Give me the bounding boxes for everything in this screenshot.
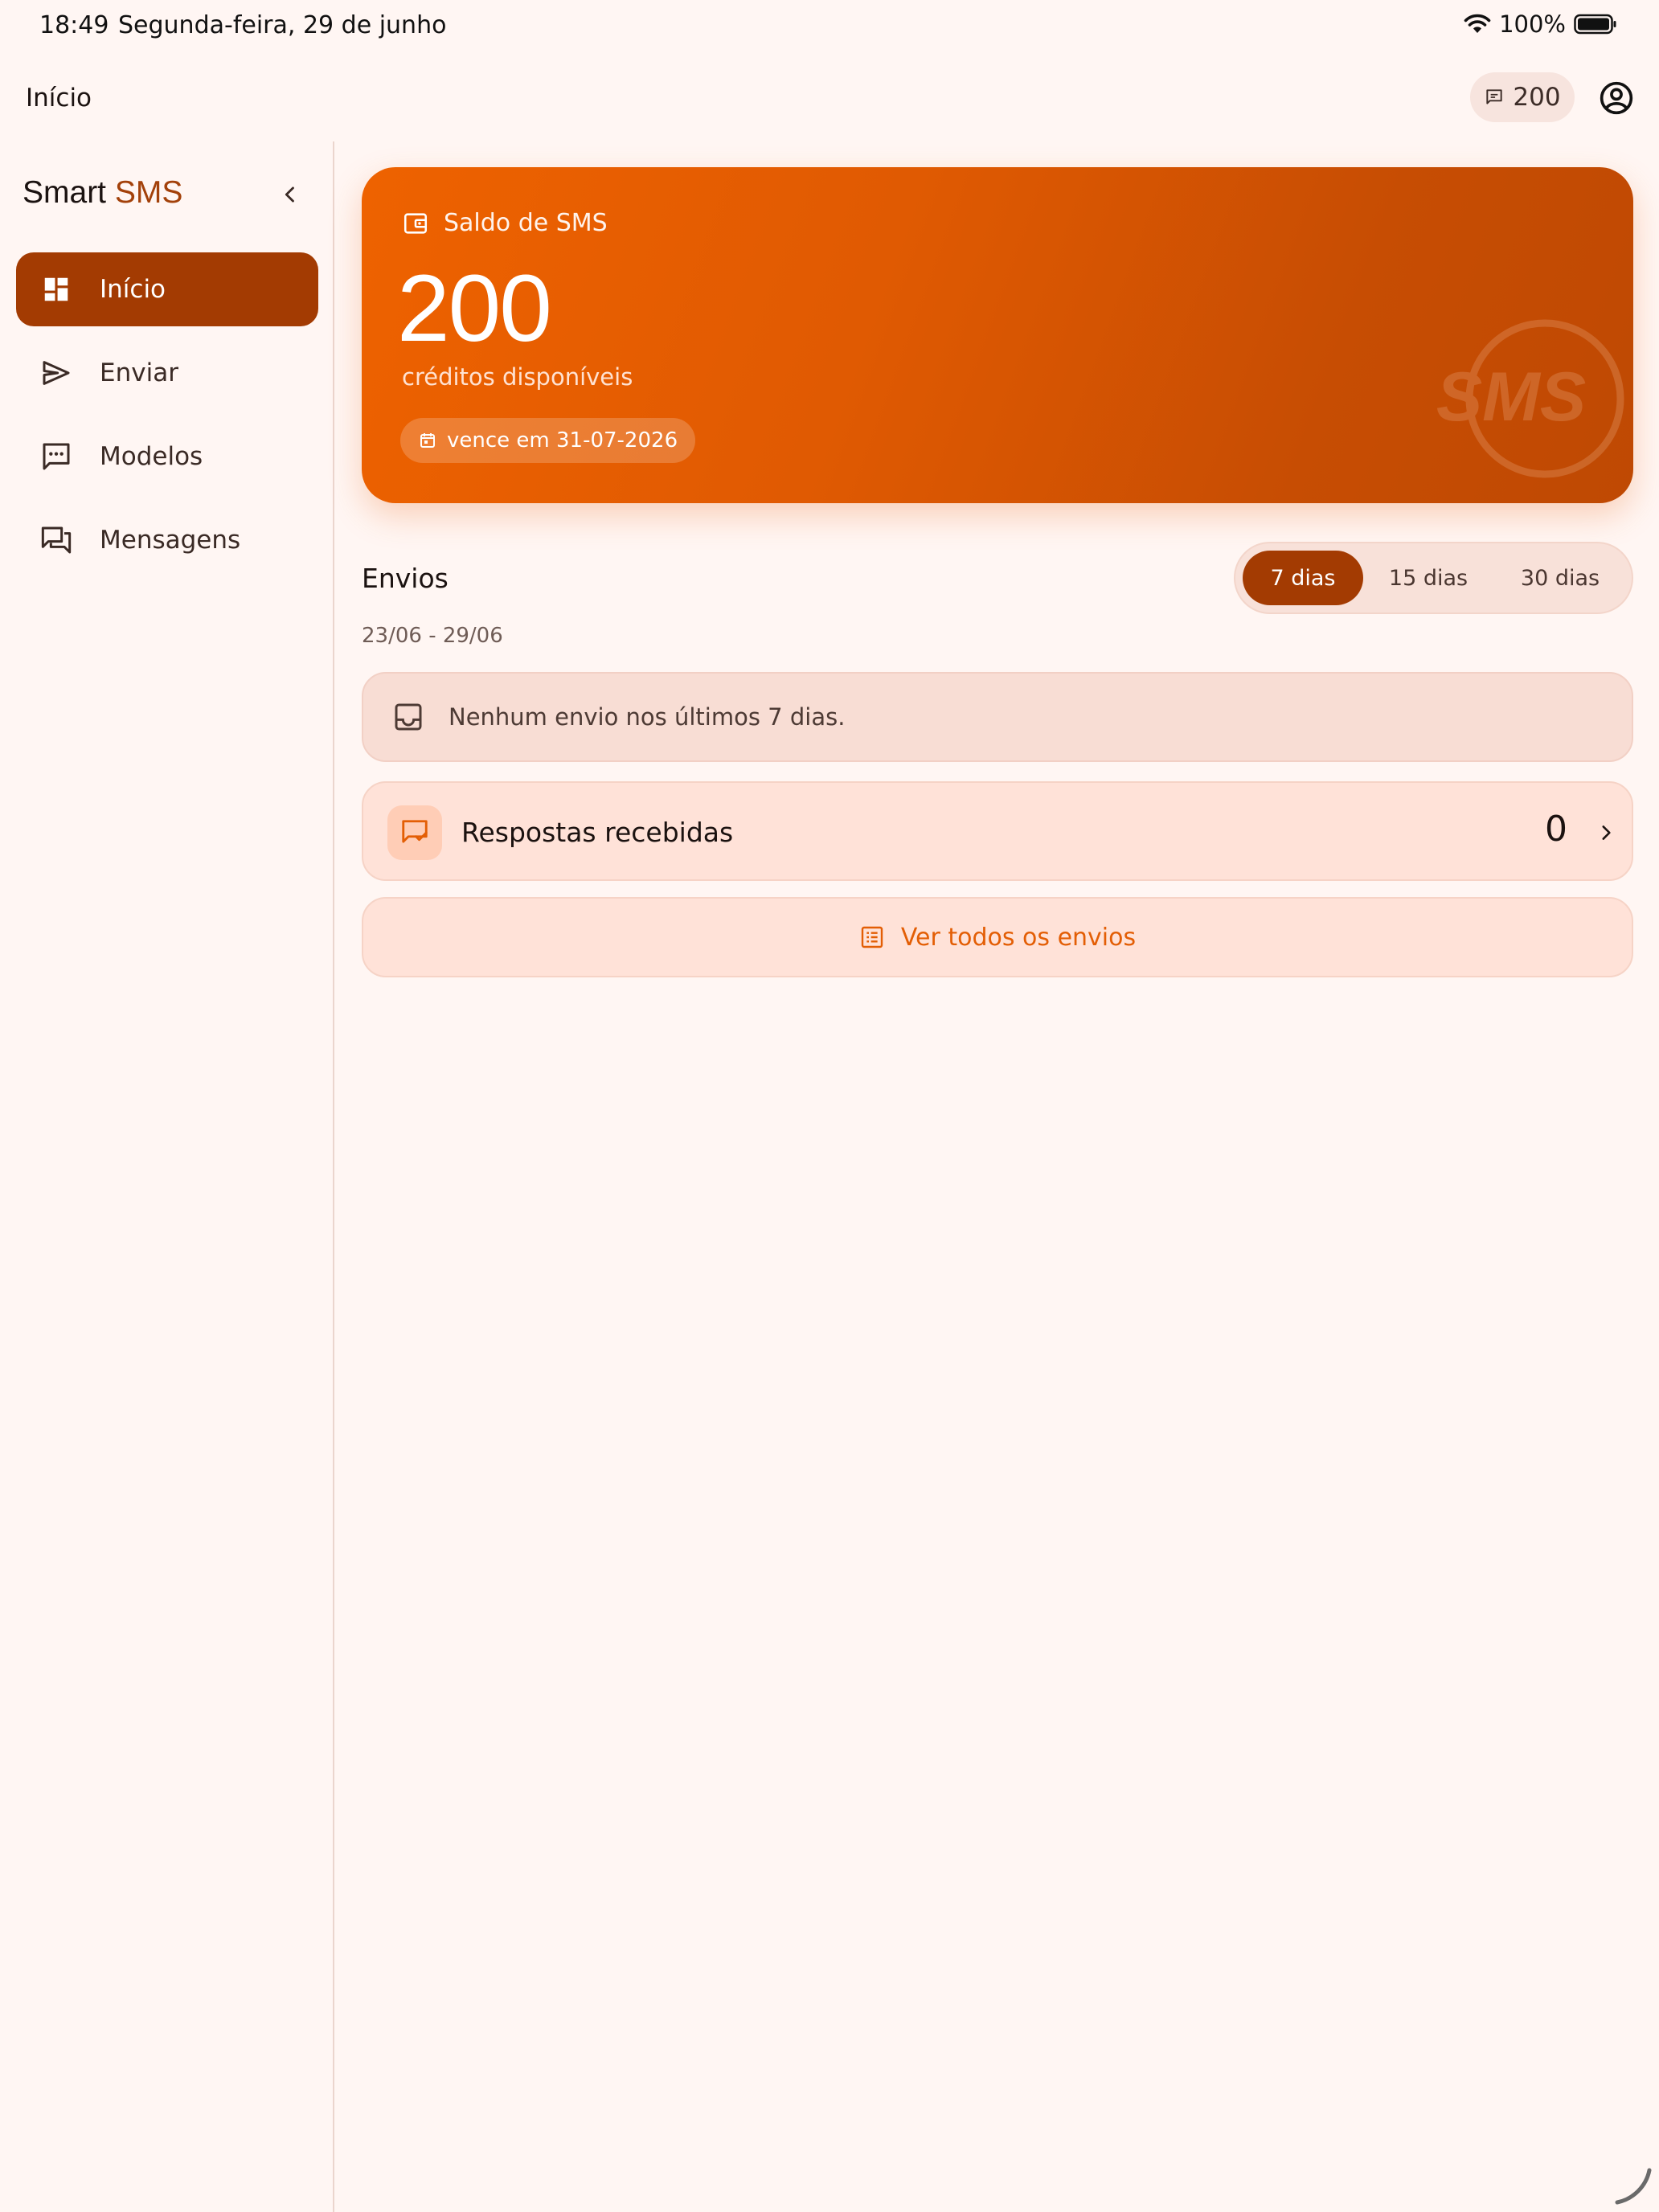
sidebar-item-label: Modelos: [100, 442, 203, 471]
balance-card-header: Saldo de SMS: [402, 209, 608, 237]
wallet-icon: [402, 210, 429, 237]
battery-icon: [1574, 14, 1617, 35]
brand-primary: Smart: [23, 175, 107, 210]
status-date: Segunda-feira, 29 de junho: [118, 11, 447, 39]
sidebar-item-label: Mensagens: [100, 526, 241, 555]
sidebar-item-enviar[interactable]: Enviar: [16, 336, 318, 410]
svg-text:SMS: SMS: [1436, 358, 1586, 436]
status-time: 18:49: [39, 11, 109, 39]
message-dots-icon: [39, 439, 74, 474]
expiry-chip: vence em 31-07-2026: [400, 418, 696, 463]
inbox-icon: [392, 701, 424, 733]
sidebar-item-modelos[interactable]: Modelos: [16, 420, 318, 494]
period-15-days[interactable]: 15 dias: [1368, 551, 1489, 605]
envios-title: Envios: [362, 563, 449, 594]
replies-count: 0: [1545, 809, 1567, 850]
replies-card[interactable]: Respostas recebidas 0: [362, 781, 1633, 881]
credits-chip[interactable]: 200: [1470, 72, 1575, 122]
collapse-sidebar-button[interactable]: [272, 177, 308, 212]
brand-logo: Smart SMS: [23, 175, 182, 211]
battery-percent: 100%: [1499, 10, 1566, 38]
brand-accent: SMS: [114, 175, 183, 210]
forum-icon: [39, 522, 74, 558]
balance-subtitle: créditos disponíveis: [402, 363, 633, 391]
sidebar-item-mensagens[interactable]: Mensagens: [16, 503, 318, 577]
status-bar: 18:49 Segunda-feira, 29 de junho 100%: [0, 0, 1659, 51]
empty-state-message: Nenhum envio nos últimos 7 dias.: [449, 703, 846, 731]
period-selector: 7 dias 15 dias 30 dias: [1234, 542, 1633, 614]
view-all-label: Ver todos os envios: [900, 923, 1137, 952]
balance-card: Saldo de SMS 200 créditos disponíveis ve…: [362, 167, 1633, 503]
sidebar: Smart SMS Início Enviar Modelos Mensagen…: [0, 141, 334, 2212]
credits-chip-value: 200: [1513, 83, 1561, 112]
balance-card-title: Saldo de SMS: [444, 209, 608, 237]
account-button[interactable]: [1596, 77, 1637, 119]
sidebar-item-label: Enviar: [100, 358, 178, 387]
status-indicators: 100%: [1464, 10, 1617, 38]
message-check-icon: [399, 817, 430, 848]
message-icon: [1484, 87, 1505, 108]
expiry-text: vence em 31-07-2026: [447, 428, 678, 453]
sidebar-item-inicio[interactable]: Início: [16, 252, 318, 326]
list-icon: [859, 924, 885, 950]
chevron-right-icon: [1593, 818, 1619, 847]
period-7-days[interactable]: 7 dias: [1243, 551, 1363, 605]
sidebar-item-label: Início: [100, 275, 166, 304]
balance-value: 200: [397, 256, 552, 362]
view-all-envios-button[interactable]: Ver todos os envios: [362, 897, 1633, 977]
period-30-days[interactable]: 30 dias: [1494, 551, 1626, 605]
page-title: Início: [26, 84, 92, 113]
chevron-left-icon: [279, 183, 301, 206]
calendar-icon: [418, 431, 437, 450]
replies-icon-box: [387, 805, 442, 860]
empty-state-card: Nenhum envio nos últimos 7 dias.: [362, 672, 1633, 762]
account-circle-icon: [1599, 80, 1634, 116]
wifi-icon: [1464, 14, 1491, 35]
dashboard-icon: [39, 272, 74, 307]
home-indicator: [1614, 2167, 1653, 2206]
sms-watermark: SMS: [1391, 296, 1632, 503]
replies-label: Respostas recebidas: [461, 817, 734, 848]
send-icon: [39, 355, 74, 391]
date-range: 23/06 - 29/06: [362, 624, 503, 648]
